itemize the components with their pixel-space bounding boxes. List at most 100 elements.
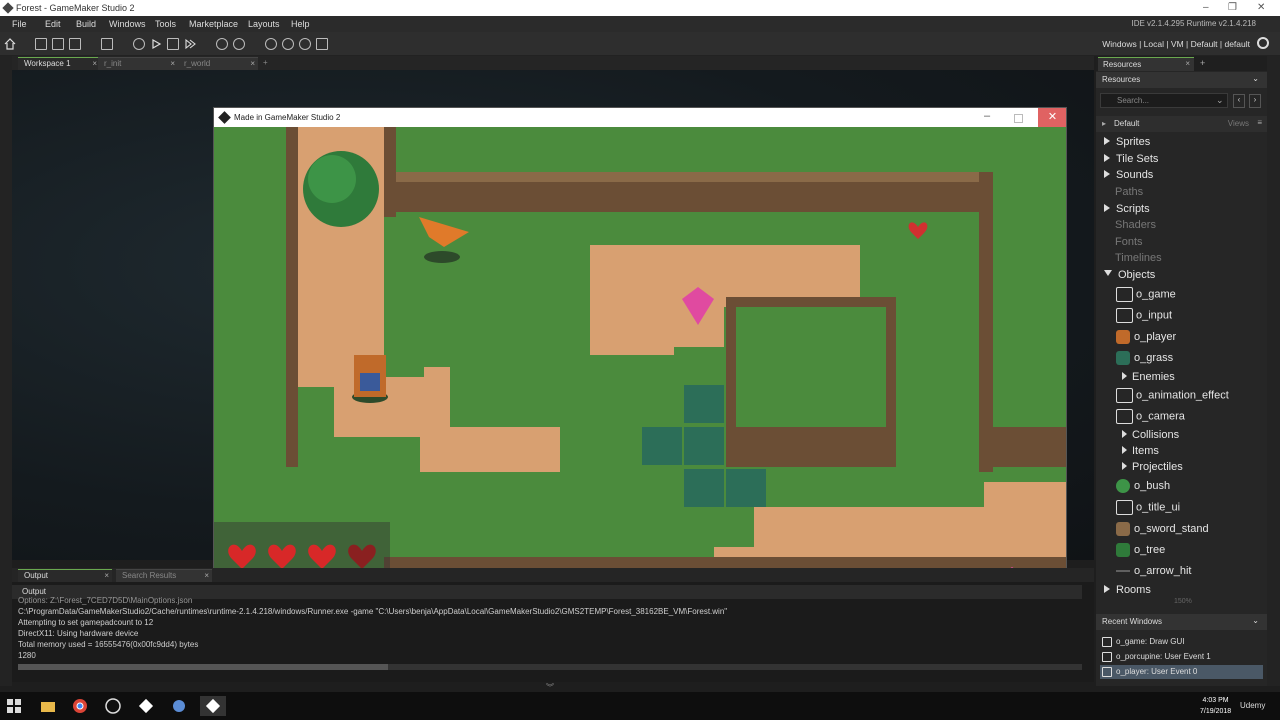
system-clock[interactable]: 4:03 PM 7/19/2018	[1200, 695, 1231, 717]
zoom-reset-icon[interactable]	[299, 38, 311, 50]
close-tab-icon[interactable]: ×	[204, 571, 209, 580]
section-sprites[interactable]: Sprites	[1104, 136, 1150, 148]
close-button[interactable]: ✕	[1257, 2, 1265, 13]
add-tab-button[interactable]: +	[260, 57, 274, 70]
add-tab-button[interactable]: +	[1200, 58, 1205, 68]
unity-icon[interactable]	[103, 696, 129, 716]
expand-icon[interactable]: ▸	[1102, 119, 1106, 128]
tab-output[interactable]: Output ×	[18, 569, 112, 582]
home-icon[interactable]	[4, 38, 16, 50]
view-default[interactable]: ▸ Default Views ≡	[1096, 116, 1267, 132]
menu-build[interactable]: Build	[76, 19, 96, 29]
section-shaders[interactable]: Shaders	[1115, 219, 1156, 231]
object-item[interactable]: o_arrow_hit	[1116, 564, 1191, 578]
object-item[interactable]: o_game	[1116, 287, 1176, 302]
open-project-icon[interactable]	[52, 38, 64, 50]
folder-collisions[interactable]: Collisions	[1122, 429, 1179, 441]
recent-item[interactable]: o_game: Draw GUI	[1100, 635, 1263, 649]
search-input[interactable]: Search...	[1100, 93, 1228, 108]
chevron-down-icon[interactable]: ⌄	[1216, 95, 1224, 106]
object-item[interactable]: o_grass	[1116, 351, 1173, 365]
menu-windows[interactable]: Windows	[109, 19, 146, 29]
folder-projectiles[interactable]: Projectiles	[1122, 461, 1183, 473]
clean-icon[interactable]	[133, 38, 145, 50]
tab-resources[interactable]: Resources ×	[1098, 57, 1194, 71]
save-icon[interactable]	[69, 38, 81, 50]
object-item[interactable]: o_player	[1116, 330, 1176, 344]
section-timelines[interactable]: Timelines	[1115, 252, 1162, 264]
chevron-down-icon[interactable]: ⌄	[1252, 74, 1259, 83]
game-canvas[interactable]: 1	[214, 127, 1066, 607]
section-tile-sets[interactable]: Tile Sets	[1104, 153, 1158, 165]
section-scripts[interactable]: Scripts	[1104, 203, 1150, 215]
section-paths[interactable]: Paths	[1115, 186, 1143, 198]
recent-item-selected[interactable]: o_player: User Event 0	[1100, 665, 1263, 679]
file-explorer-icon[interactable]	[38, 696, 64, 716]
menu-layouts[interactable]: Layouts	[248, 19, 280, 29]
run-icon[interactable]	[150, 38, 162, 50]
close-tab-icon[interactable]: ×	[92, 59, 97, 68]
zoom-in-icon[interactable]	[282, 38, 294, 50]
back-icon[interactable]: ‹	[1233, 94, 1245, 108]
folder-enemies[interactable]: Enemies	[1122, 371, 1175, 383]
views-label[interactable]: Views	[1228, 119, 1249, 128]
forward-icon[interactable]: ›	[1249, 94, 1261, 108]
object-item[interactable]: o_camera	[1116, 409, 1185, 424]
game-window[interactable]: Made in GameMaker Studio 2 – ✕	[213, 107, 1067, 607]
stop-icon[interactable]	[167, 38, 179, 50]
fit-icon[interactable]	[316, 38, 328, 50]
object-item[interactable]: o_input	[1116, 308, 1172, 323]
settings-icon[interactable]	[216, 38, 228, 50]
object-item[interactable]: o_bush	[1116, 479, 1170, 493]
close-tab-icon[interactable]: ×	[1185, 59, 1190, 68]
tab-workspace-1[interactable]: Workspace 1 ×	[18, 57, 100, 70]
right-dock-strip[interactable]	[1267, 56, 1280, 686]
section-objects[interactable]: Objects	[1104, 269, 1155, 281]
gamemaker-runner-taskbar-icon[interactable]	[200, 696, 226, 716]
new-project-icon[interactable]	[35, 38, 47, 50]
folder-items[interactable]: Items	[1122, 445, 1159, 457]
target-settings-icon[interactable]	[1257, 37, 1269, 49]
left-dock-strip[interactable]	[0, 56, 12, 686]
scrollbar-thumb[interactable]	[18, 664, 388, 670]
game-window-titlebar[interactable]: Made in GameMaker Studio 2 – ✕	[214, 108, 1066, 127]
section-rooms[interactable]: Rooms	[1104, 584, 1151, 596]
menu-edit[interactable]: Edit	[45, 19, 61, 29]
section-fonts[interactable]: Fonts	[1115, 236, 1143, 248]
app-taskbar-icon[interactable]	[169, 696, 195, 716]
object-item[interactable]: o_sword_stand	[1116, 522, 1209, 536]
tab-r-world[interactable]: r_world ×	[178, 57, 258, 70]
gamemaker-taskbar-icon[interactable]	[136, 696, 162, 716]
game-maximize-button[interactable]	[1014, 114, 1023, 123]
object-item[interactable]: o_title_ui	[1116, 500, 1180, 515]
help-icon[interactable]	[233, 38, 245, 50]
menu-file[interactable]: File	[12, 19, 27, 29]
expand-icon[interactable]: ︾	[546, 682, 556, 692]
menu-icon[interactable]: ≡	[1257, 118, 1262, 127]
recent-windows-header[interactable]: Recent Windows ⌄	[1096, 614, 1267, 630]
tab-r-init[interactable]: r_init ×	[98, 57, 178, 70]
object-item[interactable]: o_tree	[1116, 543, 1165, 557]
chrome-icon[interactable]	[70, 696, 96, 716]
menu-marketplace[interactable]: Marketplace	[189, 19, 238, 29]
game-minimize-button[interactable]: –	[984, 110, 990, 122]
target-selector[interactable]: Windows | Local | VM | Default | default	[1102, 39, 1250, 49]
close-tab-icon[interactable]: ×	[170, 59, 175, 68]
zoom-out-icon[interactable]	[265, 38, 277, 50]
close-tab-icon[interactable]: ×	[250, 59, 255, 68]
chevron-down-icon[interactable]: ⌄	[1252, 616, 1259, 625]
export-icon[interactable]	[101, 38, 113, 50]
close-tab-icon[interactable]: ×	[104, 571, 109, 580]
object-item[interactable]: o_animation_effect	[1116, 388, 1229, 403]
game-close-button[interactable]: ✕	[1038, 108, 1066, 127]
menu-help[interactable]: Help	[291, 19, 310, 29]
section-sounds[interactable]: Sounds	[1104, 169, 1153, 181]
tab-search-results[interactable]: Search Results ×	[116, 569, 212, 582]
recent-item[interactable]: o_porcupine: User Event 1	[1100, 650, 1263, 664]
minimize-button[interactable]: –	[1203, 2, 1209, 13]
resources-header[interactable]: Resources ⌄	[1096, 72, 1267, 88]
output-panel[interactable]: Output Options: Z:\Forest_7CED7D5D\MainO…	[12, 582, 1094, 682]
windows-start-icon[interactable]	[4, 696, 30, 716]
debug-icon[interactable]	[184, 38, 196, 50]
menu-tools[interactable]: Tools	[155, 19, 176, 29]
